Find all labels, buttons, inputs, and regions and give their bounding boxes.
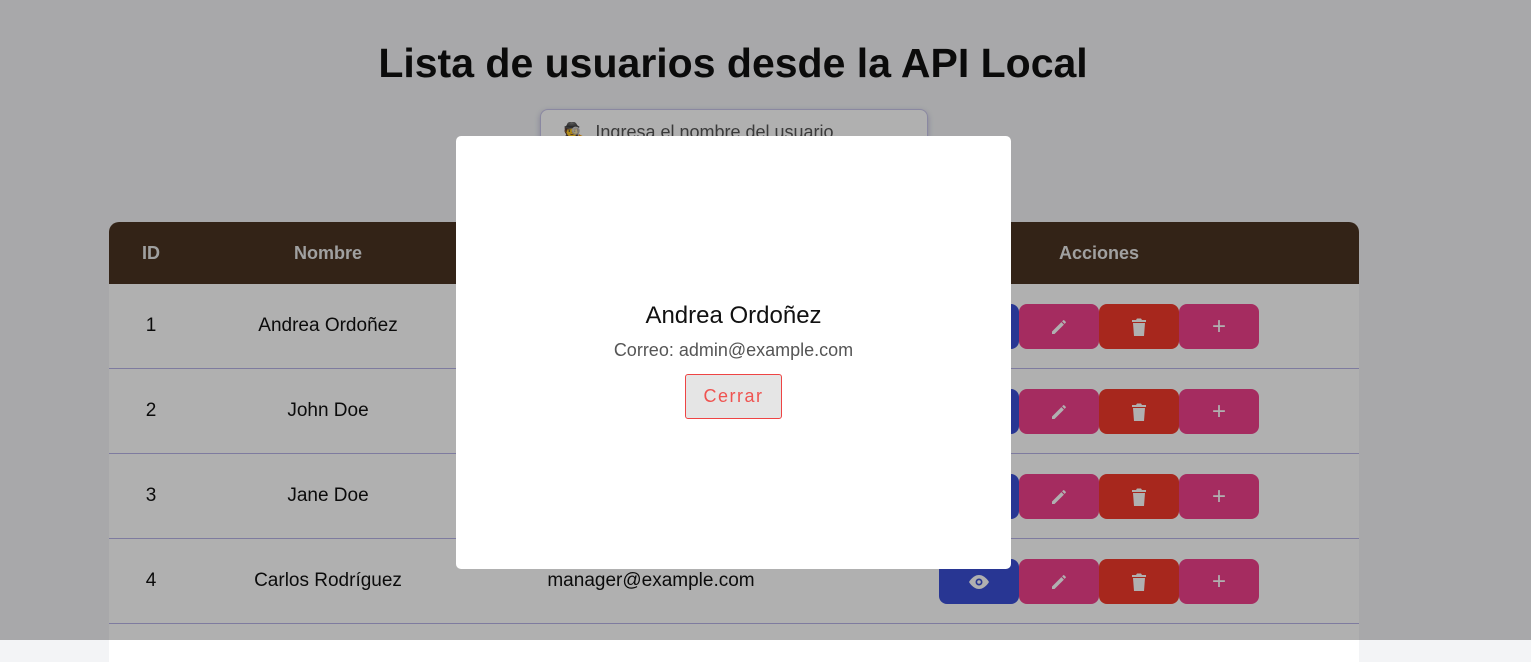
modal-overlay[interactable]: Andrea Ordoñez Correo: admin@example.com… [0,0,1531,640]
modal-user-email: Correo: admin@example.com [613,340,854,360]
user-detail-modal: Andrea Ordoñez Correo: admin@example.com… [456,136,1011,569]
close-button[interactable]: Cerrar [685,374,782,419]
modal-user-name: Andrea Ordoñez [645,302,822,329]
